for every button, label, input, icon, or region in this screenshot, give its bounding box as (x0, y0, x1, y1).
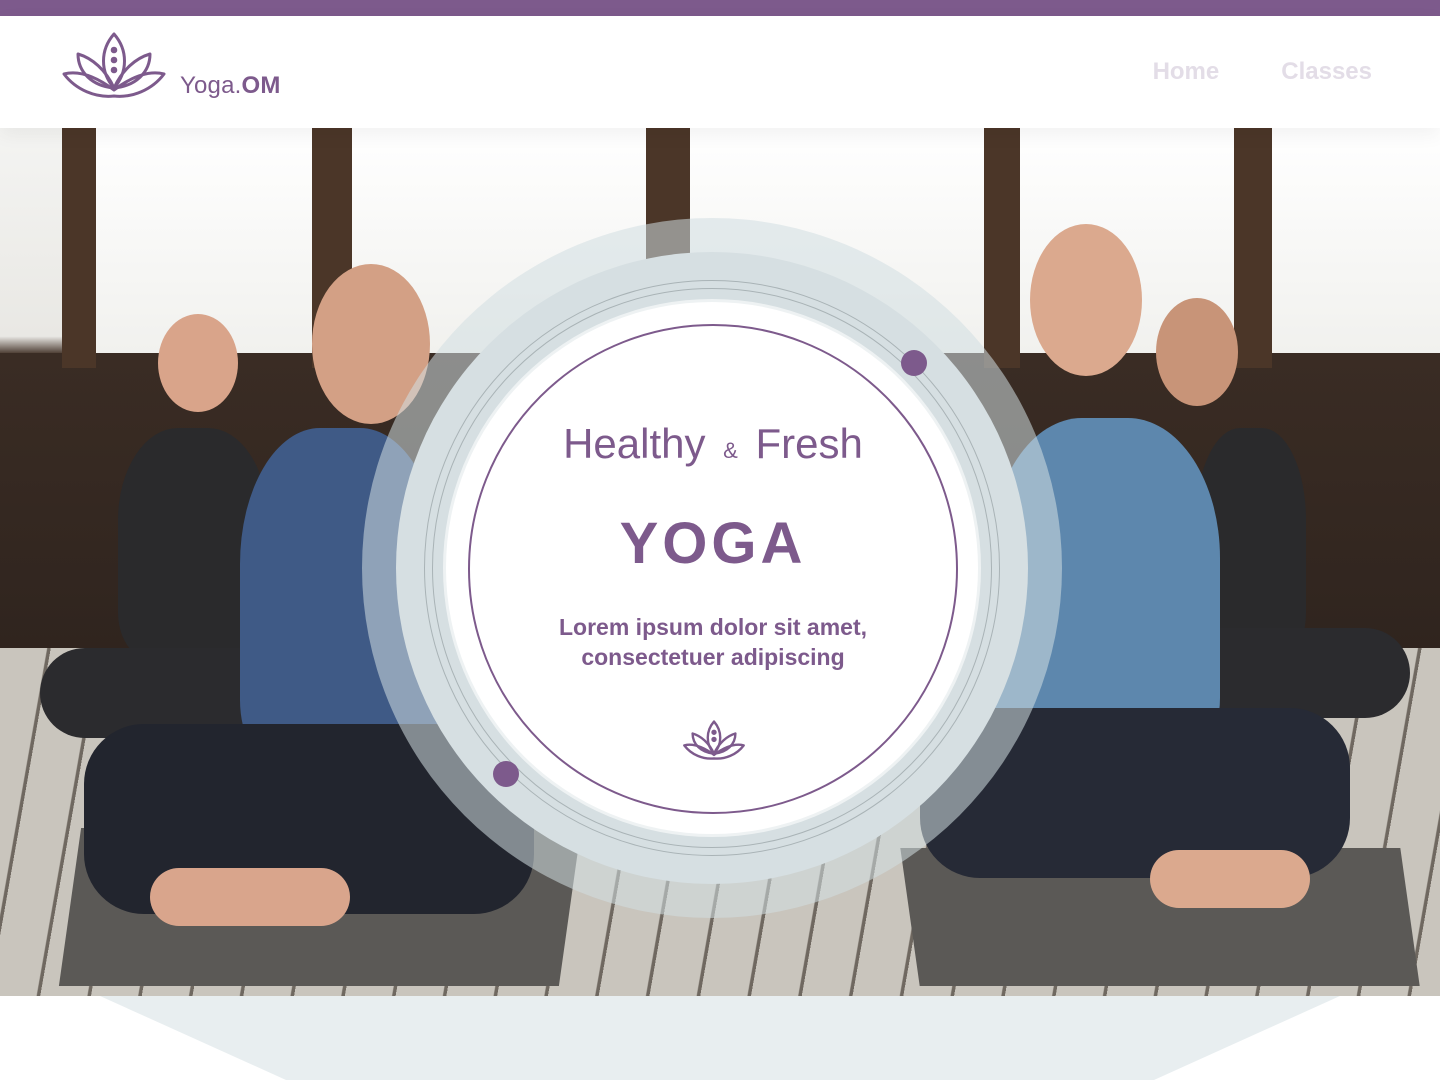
window-frame (62, 128, 96, 368)
hero-badge: Healthy & Fresh YOGA Lorem ipsum dolor s… (468, 324, 958, 814)
top-accent-strip (0, 0, 1440, 16)
window-frame (1234, 128, 1272, 368)
nav-classes-link[interactable]: Classes (1281, 58, 1372, 86)
main-nav: Home Classes (1153, 16, 1372, 128)
lotus-icon (62, 32, 166, 98)
bottom-shape (100, 996, 1340, 1080)
brand-name: Yoga.OM (180, 72, 281, 99)
hero-description: Lorem ipsum dolor sit amet, consectetuer… (559, 614, 867, 670)
window-frame (984, 128, 1020, 368)
hero-headline: YOGA (619, 511, 807, 576)
nav-home-link[interactable]: Home (1153, 58, 1220, 86)
lotus-icon (683, 720, 745, 760)
brand-logo[interactable]: Yoga.OM (62, 28, 281, 102)
hero-tagline: Healthy & Fresh (563, 420, 863, 467)
window (1272, 128, 1440, 353)
navbar: Yoga.OM Home Classes (0, 16, 1440, 128)
